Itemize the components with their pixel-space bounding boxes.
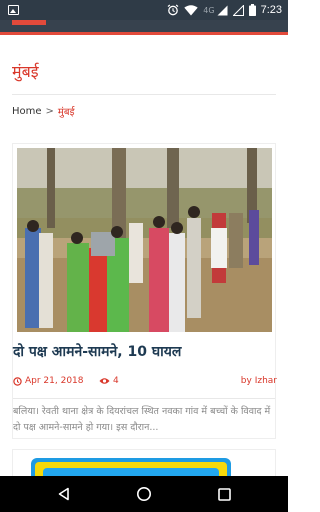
- eye-icon: [99, 378, 110, 384]
- divider: [13, 398, 275, 399]
- status-icons: 4G 7:23: [167, 2, 282, 18]
- article-card-next[interactable]: [12, 449, 276, 479]
- battery-icon: [248, 4, 256, 16]
- article-date: Apr 21, 2018: [13, 376, 84, 386]
- article-date-text: Apr 21, 2018: [25, 376, 84, 386]
- home-icon: [137, 487, 151, 501]
- article-title[interactable]: दो पक्ष आमने-सामने, 10 घायल: [13, 342, 181, 361]
- logo-accent[interactable]: [12, 20, 46, 25]
- wifi-icon: [184, 4, 198, 15]
- clock-time: 7:23: [260, 4, 282, 16]
- breadcrumb-separator-icon: >: [45, 105, 54, 117]
- back-button[interactable]: [54, 484, 74, 504]
- breadcrumb-current: मुंबई: [57, 107, 75, 118]
- app-header: [0, 20, 288, 32]
- clock-icon: [13, 376, 22, 386]
- article-card[interactable]: दो पक्ष आमने-सामने, 10 घायल Apr 21, 2018…: [12, 143, 277, 439]
- divider: [12, 94, 276, 95]
- article-author[interactable]: by Izhar: [241, 376, 277, 386]
- recents-button[interactable]: [214, 484, 234, 504]
- breadcrumb-home-link[interactable]: Home: [12, 106, 42, 117]
- network-type: 4G: [203, 5, 215, 15]
- article-views: 4: [99, 376, 119, 386]
- recents-icon: [217, 487, 231, 501]
- article-image[interactable]: [17, 148, 272, 332]
- page-title: मुंबई: [12, 62, 39, 81]
- image-notification-icon: [8, 5, 19, 15]
- header-accent-line: [0, 32, 288, 35]
- system-navigation-bar: [0, 476, 288, 512]
- home-button[interactable]: [134, 484, 154, 504]
- signal-icon: [217, 5, 228, 15]
- article-excerpt: बलिया। रेवती थाना क्षेत्र के दियरांचल स्…: [13, 406, 271, 433]
- alarm-icon: [167, 4, 179, 16]
- breadcrumb: Home > मुंबई: [12, 104, 75, 119]
- article-meta: Apr 21, 2018 4 by Izhar: [13, 376, 277, 390]
- signal-icon-secondary: [232, 4, 244, 16]
- status-bar: 4G 7:23: [0, 0, 288, 20]
- crowd-photo: [17, 148, 272, 332]
- back-icon: [58, 487, 69, 501]
- article-views-count: 4: [113, 376, 119, 386]
